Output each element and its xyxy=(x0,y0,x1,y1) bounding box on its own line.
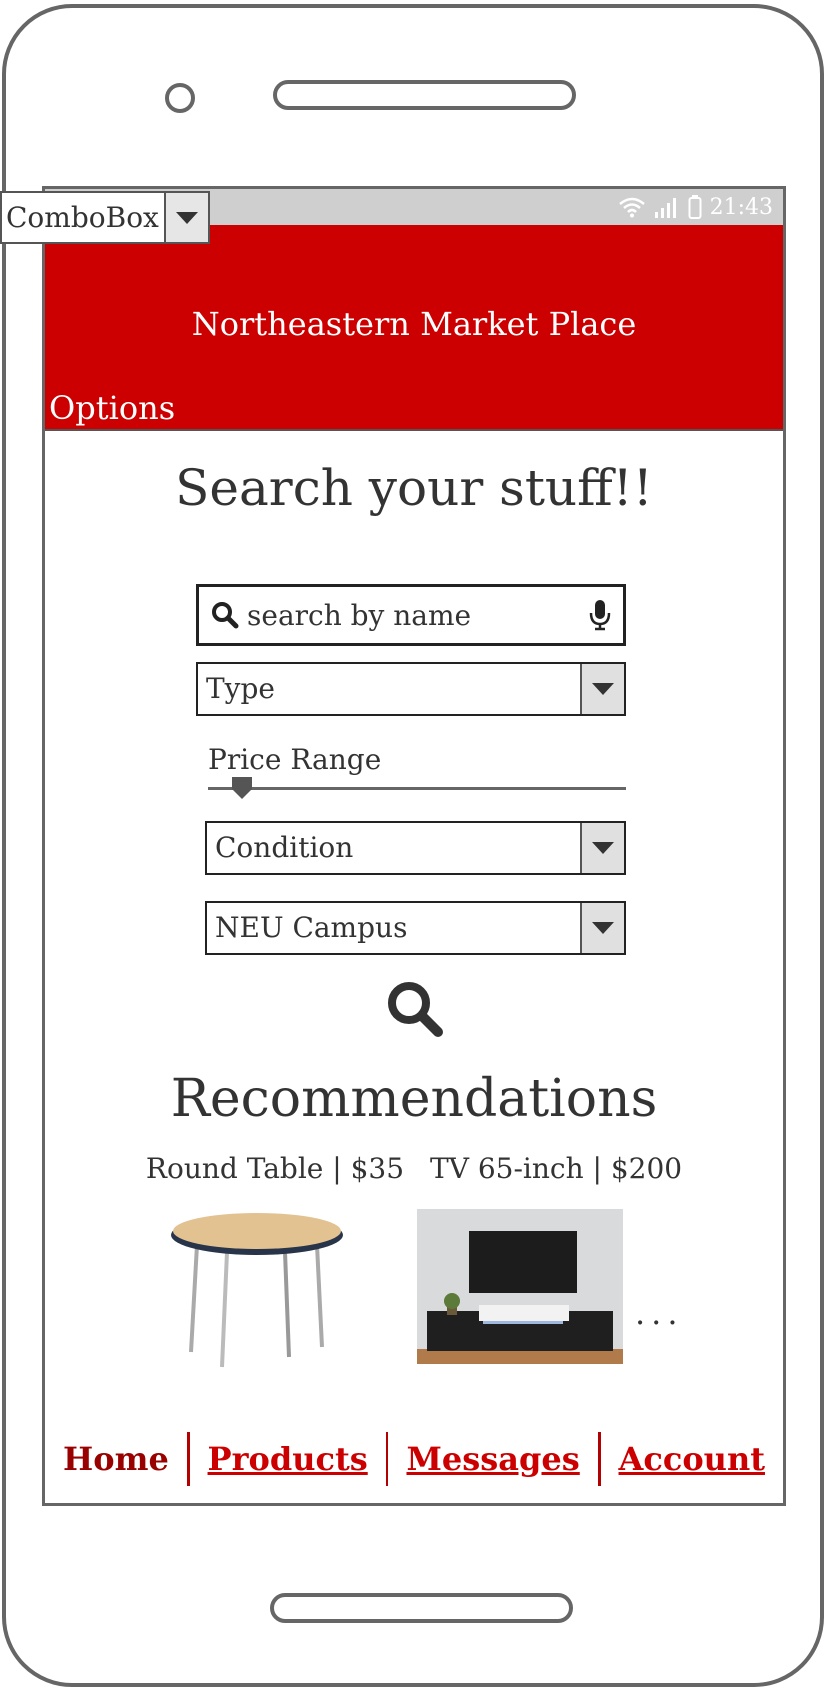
more-recommendations[interactable]: ... xyxy=(635,1294,684,1332)
type-select[interactable]: Type xyxy=(196,662,626,716)
signal-icon xyxy=(654,198,676,218)
recommendation-label[interactable]: TV 65-inch | $200 xyxy=(430,1152,682,1185)
bottom-navigation: Home Products Messages Account xyxy=(45,1429,783,1489)
options-menu[interactable]: Options xyxy=(49,389,175,427)
campus-select-value: NEU Campus xyxy=(215,911,408,944)
combobox-label: ComboBox xyxy=(6,201,159,234)
search-placeholder: search by name xyxy=(247,598,472,632)
slider-thumb[interactable] xyxy=(232,777,252,799)
search-heading: Search your stuff!! xyxy=(175,459,653,517)
status-time: 21:43 xyxy=(709,194,773,220)
recommendation-labels: Round Table | $35 TV 65-inch | $200 xyxy=(45,1152,783,1185)
status-icons: 21:43 xyxy=(618,193,773,221)
microphone-icon[interactable] xyxy=(589,599,611,631)
phone-screen: 21:43 Northeastern Market Place Options … xyxy=(42,186,786,1506)
recommendations-heading: Recommendations xyxy=(170,1069,658,1129)
chevron-down-icon[interactable] xyxy=(580,664,624,714)
type-select-value: Type xyxy=(206,672,275,705)
speaker-grille xyxy=(273,80,576,110)
combobox[interactable]: ComboBox xyxy=(0,191,210,244)
condition-select[interactable]: Condition xyxy=(205,821,626,875)
round-table-image[interactable] xyxy=(167,1207,347,1372)
wifi-icon xyxy=(618,197,645,218)
price-range-label: Price Range xyxy=(208,743,382,776)
campus-select[interactable]: NEU Campus xyxy=(205,901,626,955)
app-title: Northeastern Market Place xyxy=(191,305,637,343)
search-button[interactable] xyxy=(385,979,445,1039)
chevron-down-icon[interactable] xyxy=(580,903,624,953)
app-header: Northeastern Market Place Options xyxy=(45,225,783,431)
home-hardware-button[interactable] xyxy=(270,1593,573,1623)
chevron-down-icon[interactable] xyxy=(164,193,208,242)
chevron-down-icon[interactable] xyxy=(580,823,624,873)
camera-icon xyxy=(165,83,195,113)
nav-products[interactable]: Products xyxy=(190,1440,386,1478)
search-icon xyxy=(212,602,239,629)
battery-icon xyxy=(688,195,702,219)
nav-home[interactable]: Home xyxy=(45,1440,187,1478)
nav-account[interactable]: Account xyxy=(601,1440,783,1478)
condition-select-value: Condition xyxy=(215,831,354,864)
price-range-slider[interactable] xyxy=(208,777,626,799)
search-input[interactable]: search by name xyxy=(196,584,626,646)
recommendation-label[interactable]: Round Table | $35 xyxy=(146,1152,404,1185)
nav-messages[interactable]: Messages xyxy=(388,1440,597,1478)
tv-image[interactable] xyxy=(417,1209,623,1364)
